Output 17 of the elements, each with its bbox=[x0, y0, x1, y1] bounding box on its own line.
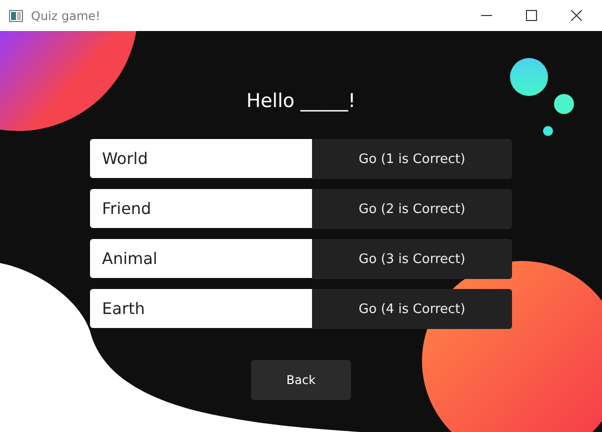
go-button[interactable]: Go (2 is Correct) bbox=[312, 189, 512, 229]
close-icon[interactable] bbox=[571, 10, 582, 21]
answer-field[interactable]: Friend bbox=[90, 189, 312, 228]
decor-circle bbox=[543, 126, 553, 136]
window-title: Quiz game! bbox=[31, 8, 100, 22]
decor-circle bbox=[510, 58, 548, 96]
back-button[interactable]: Back bbox=[251, 360, 351, 400]
go-button[interactable]: Go (4 is Correct) bbox=[312, 289, 512, 329]
go-button[interactable]: Go (1 is Correct) bbox=[312, 139, 512, 179]
question-text: Hello _____! bbox=[246, 89, 356, 113]
app-icon bbox=[9, 10, 23, 22]
answer-field[interactable]: World bbox=[90, 139, 312, 178]
go-button[interactable]: Go (3 is Correct) bbox=[312, 239, 512, 279]
decor-circle bbox=[554, 94, 574, 114]
answer-field[interactable]: Animal bbox=[90, 239, 312, 278]
maximize-icon[interactable] bbox=[526, 10, 537, 21]
answer-field[interactable]: Earth bbox=[90, 289, 312, 328]
